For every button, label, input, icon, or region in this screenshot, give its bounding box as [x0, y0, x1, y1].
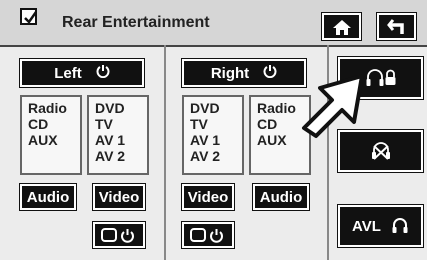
left-video-button[interactable]: Video: [92, 183, 146, 211]
video-label: Video: [187, 188, 229, 206]
home-button[interactable]: [321, 12, 362, 41]
source-aux: AUX: [257, 132, 287, 148]
power-icon: [96, 64, 110, 82]
avl-button[interactable]: AVL: [337, 204, 424, 248]
right-power-button[interactable]: Right: [181, 58, 307, 88]
screen-power-icon: [190, 228, 223, 243]
headphone-lock-icon: [366, 69, 395, 86]
back-arrow-icon: [386, 18, 404, 34]
source-cd: CD: [257, 116, 278, 132]
left-audio-button[interactable]: Audio: [19, 183, 77, 211]
right-video-sources[interactable]: DVD TV AV 1 AV 2: [182, 95, 244, 175]
right-audio-button[interactable]: Audio: [252, 183, 310, 211]
pointer-arrow-icon: [302, 74, 364, 138]
avl-label: AVL: [352, 217, 381, 235]
source-radio: Radio: [28, 100, 67, 116]
rear-entertainment-screen: Rear Entertainment Left Radio CD AUX DVD…: [0, 0, 427, 260]
header-bar: Rear Entertainment: [0, 0, 427, 47]
source-av1: AV 1: [95, 132, 126, 148]
source-dvd: DVD: [190, 100, 220, 116]
source-cd: CD: [28, 116, 49, 132]
source-av1: AV 1: [190, 132, 221, 148]
right-video-button[interactable]: Video: [181, 183, 235, 211]
left-screen-power-button[interactable]: [92, 221, 146, 249]
right-screen-power-button[interactable]: [181, 221, 235, 249]
power-icon: [263, 64, 277, 82]
source-av2: AV 2: [95, 148, 126, 164]
page-title: Rear Entertainment: [62, 14, 210, 31]
left-power-button[interactable]: Left: [19, 58, 145, 88]
screen-power-icon: [101, 228, 134, 243]
left-label: Left: [54, 64, 82, 82]
divider: [164, 45, 166, 260]
headphone-icon: [392, 218, 408, 233]
back-button[interactable]: [376, 12, 417, 41]
source-dvd: DVD: [95, 100, 125, 116]
checkbox-icon[interactable]: [20, 8, 38, 25]
home-icon: [332, 19, 351, 35]
source-aux: AUX: [28, 132, 58, 148]
right-label: Right: [210, 64, 250, 82]
source-tv: TV: [95, 116, 113, 132]
audio-label: Audio: [26, 188, 70, 206]
video-label: Video: [98, 188, 140, 206]
left-video-sources[interactable]: DVD TV AV 1 AV 2: [87, 95, 149, 175]
source-av2: AV 2: [190, 148, 221, 164]
source-tv: TV: [190, 116, 208, 132]
headphone-mute-icon: [371, 142, 390, 160]
left-audio-sources[interactable]: Radio CD AUX: [20, 95, 82, 175]
audio-label: Audio: [259, 188, 303, 206]
source-radio: Radio: [257, 100, 296, 116]
